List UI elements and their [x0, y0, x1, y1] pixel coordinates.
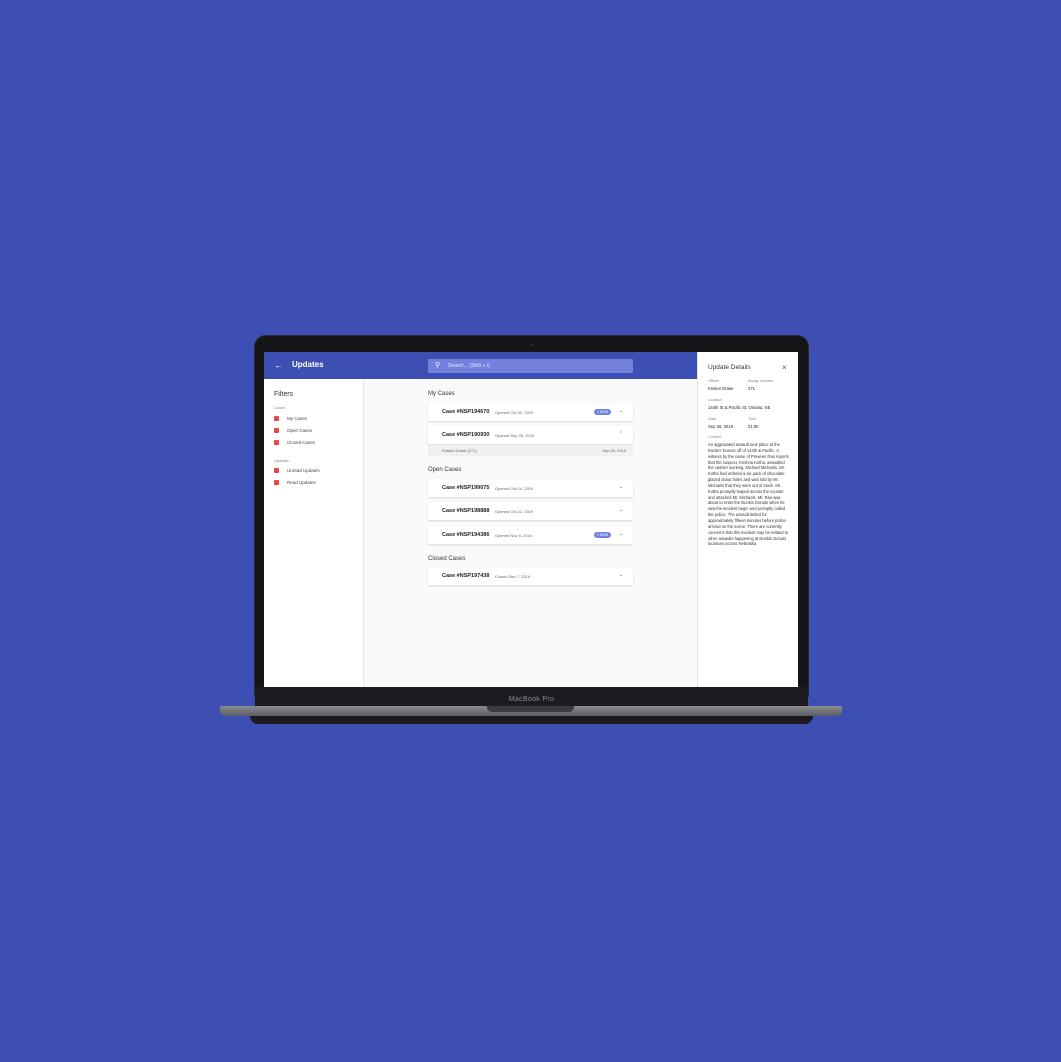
- search-input[interactable]: ⚲ Search... (Shift + /): [428, 359, 633, 373]
- filter-label: Read Updates: [287, 480, 316, 485]
- filter-label: Open Cases: [287, 428, 313, 433]
- laptop-model-label: MacBook Pro: [508, 696, 555, 703]
- case-card-expanded[interactable]: Case #NSP190930 Opened Sep 26, 2019 ⌃: [428, 426, 633, 444]
- case-id: Case #NSP194386: [442, 532, 490, 538]
- location-value: 144th St & Pacific St, Omaha, NE: [708, 405, 771, 410]
- case-id: Case #NSP198888: [442, 508, 490, 514]
- date-value: Sep 26, 2019: [708, 424, 733, 429]
- cases-group-label: Cases: [274, 405, 286, 410]
- time-label: Time: [748, 417, 757, 421]
- case-date: Opened Oct 30, 2019: [495, 410, 534, 415]
- checkbox-checked[interactable]: [274, 480, 279, 485]
- cases-list: My Cases Case #NSP194670 Opened Oct 30, …: [364, 379, 697, 687]
- case-id: Case #NSP199075: [442, 485, 490, 491]
- top-app-bar: ← Updates ⚲ Search... (Shift + /): [264, 352, 697, 379]
- search-icon: ⚲: [435, 362, 441, 369]
- case-date: Opened Oct 14, 2019: [495, 486, 534, 491]
- chevron-down-icon[interactable]: ⌄: [619, 408, 623, 414]
- case-card[interactable]: Case #NSP199075 Opened Oct 14, 2019 ⌄: [428, 479, 633, 497]
- app-screen: ← Updates ⚲ Search... (Shift + /) Filter…: [264, 352, 798, 687]
- chevron-down-icon[interactable]: ⌄: [619, 507, 623, 513]
- arrow-left-icon[interactable]: ←: [274, 360, 283, 370]
- update-details-panel: Update Details × Officer Badge Number Kr…: [697, 352, 798, 687]
- officer-label: Officer: [708, 379, 720, 383]
- panel-title: Update Details: [708, 364, 751, 371]
- chevron-down-icon[interactable]: ⌄: [619, 484, 623, 490]
- case-id: Case #NSP190930: [442, 432, 490, 438]
- search-placeholder: Search... (Shift + /): [448, 363, 490, 369]
- section-title-my-cases: My Cases: [428, 391, 455, 397]
- filter-label: Closed Cases: [287, 440, 316, 445]
- filter-label: Unread Updates: [287, 468, 320, 473]
- case-date: Opened Nov 5, 2019: [495, 533, 532, 538]
- case-card[interactable]: Case #NSP194670 Opened Oct 30, 2019 1 NE…: [428, 403, 633, 421]
- section-title-open-cases: Open Cases: [428, 467, 462, 473]
- update-date: Sep 26, 2019: [602, 448, 626, 453]
- filters-title: Filters: [274, 391, 294, 398]
- laptop-foot: [250, 716, 813, 724]
- filters-sidebar: Filters Cases My Cases Open Cases Closed…: [264, 379, 364, 687]
- update-row[interactable]: Kristen Drake (271) Sep 26, 2019: [428, 444, 633, 456]
- filter-label: My Cases: [287, 416, 308, 421]
- section-title-closed-cases: Closed Cases: [428, 556, 466, 562]
- chevron-up-icon[interactable]: ⌃: [619, 431, 623, 437]
- case-date: Closed Dec 7, 2019: [495, 574, 531, 579]
- new-badge: 1 NEW: [594, 409, 612, 415]
- updates-group-label: Updates: [274, 458, 289, 463]
- badge-number-value: 271: [748, 386, 755, 391]
- case-date: Opened Oct 22, 2019: [495, 509, 534, 514]
- content-text: An aggravated assault took place at the …: [708, 442, 789, 547]
- checkbox-checked[interactable]: [274, 416, 279, 421]
- case-card[interactable]: Case #NSP197438 Closed Dec 7, 2019 ⌄: [428, 567, 633, 585]
- content-label: Content: [708, 435, 722, 439]
- location-label: Location: [708, 398, 723, 402]
- case-date: Opened Sep 26, 2019: [495, 433, 535, 438]
- update-officer: Kristen Drake (271): [442, 448, 477, 453]
- case-id: Case #NSP197438: [442, 573, 490, 579]
- case-card[interactable]: Case #NSP194386 Opened Nov 5, 2019 2 NEW…: [428, 526, 633, 544]
- new-badge: 2 NEW: [594, 532, 612, 538]
- chevron-down-icon[interactable]: ⌄: [619, 531, 623, 537]
- checkbox-checked[interactable]: [274, 428, 279, 433]
- page-title: Updates: [292, 360, 324, 369]
- checkbox-checked[interactable]: [274, 468, 279, 473]
- time-value: 21:00: [748, 424, 759, 429]
- chevron-down-icon[interactable]: ⌄: [619, 572, 623, 578]
- close-icon[interactable]: ×: [782, 363, 787, 372]
- date-label: Date: [708, 417, 717, 421]
- checkbox-checked[interactable]: [274, 440, 279, 445]
- laptop-notch: [487, 706, 574, 712]
- case-id: Case #NSP194670: [442, 409, 490, 415]
- camera: [530, 343, 533, 346]
- officer-value: Kristen Drake: [708, 386, 734, 391]
- badge-number-label: Badge Number: [748, 379, 774, 383]
- case-card[interactable]: Case #NSP198888 Opened Oct 22, 2019 ⌄: [428, 502, 633, 520]
